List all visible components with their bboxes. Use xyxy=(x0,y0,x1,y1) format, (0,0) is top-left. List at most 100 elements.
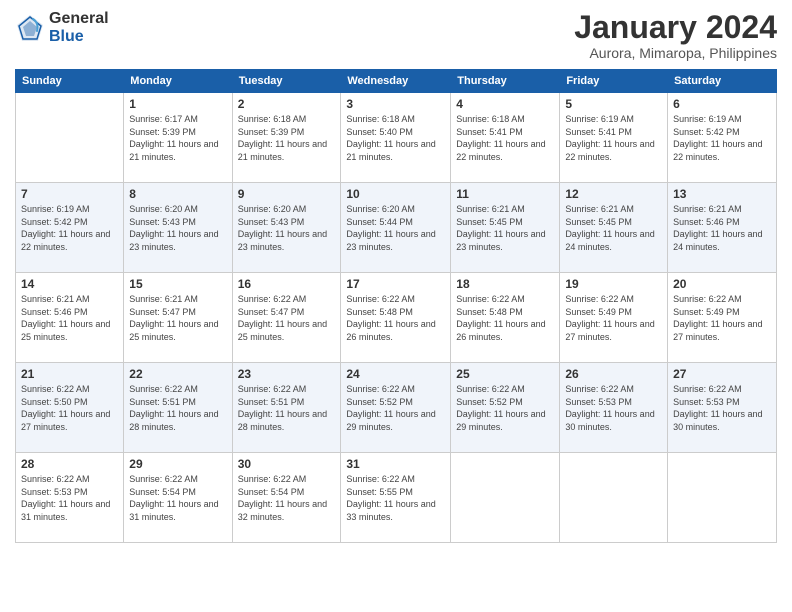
day-info: Sunrise: 6:22 AMSunset: 5:51 PMDaylight:… xyxy=(238,383,336,433)
calendar-week-1: 1 Sunrise: 6:17 AMSunset: 5:39 PMDayligh… xyxy=(16,93,777,183)
day-number: 11 xyxy=(456,187,554,201)
day-number: 10 xyxy=(346,187,445,201)
table-row: 19 Sunrise: 6:22 AMSunset: 5:49 PMDaylig… xyxy=(560,273,668,363)
day-info: Sunrise: 6:21 AMSunset: 5:45 PMDaylight:… xyxy=(456,203,554,253)
day-number: 13 xyxy=(673,187,771,201)
day-info: Sunrise: 6:22 AMSunset: 5:52 PMDaylight:… xyxy=(346,383,445,433)
day-number: 25 xyxy=(456,367,554,381)
table-row: 6 Sunrise: 6:19 AMSunset: 5:42 PMDayligh… xyxy=(668,93,777,183)
day-number: 19 xyxy=(565,277,662,291)
day-info: Sunrise: 6:21 AMSunset: 5:46 PMDaylight:… xyxy=(673,203,771,253)
day-info: Sunrise: 6:22 AMSunset: 5:53 PMDaylight:… xyxy=(673,383,771,433)
day-number: 20 xyxy=(673,277,771,291)
day-number: 22 xyxy=(129,367,226,381)
day-number: 29 xyxy=(129,457,226,471)
table-row: 23 Sunrise: 6:22 AMSunset: 5:51 PMDaylig… xyxy=(232,363,341,453)
logo-general: General xyxy=(49,10,109,28)
day-info: Sunrise: 6:22 AMSunset: 5:48 PMDaylight:… xyxy=(456,293,554,343)
table-row: 4 Sunrise: 6:18 AMSunset: 5:41 PMDayligh… xyxy=(451,93,560,183)
table-row: 22 Sunrise: 6:22 AMSunset: 5:51 PMDaylig… xyxy=(124,363,232,453)
day-info: Sunrise: 6:22 AMSunset: 5:54 PMDaylight:… xyxy=(238,473,336,523)
day-info: Sunrise: 6:21 AMSunset: 5:46 PMDaylight:… xyxy=(21,293,118,343)
header-friday: Friday xyxy=(560,70,668,93)
table-row: 10 Sunrise: 6:20 AMSunset: 5:44 PMDaylig… xyxy=(341,183,451,273)
day-number: 1 xyxy=(129,97,226,111)
day-number: 26 xyxy=(565,367,662,381)
table-row: 28 Sunrise: 6:22 AMSunset: 5:53 PMDaylig… xyxy=(16,453,124,543)
table-row: 17 Sunrise: 6:22 AMSunset: 5:48 PMDaylig… xyxy=(341,273,451,363)
day-number: 24 xyxy=(346,367,445,381)
table-row: 11 Sunrise: 6:21 AMSunset: 5:45 PMDaylig… xyxy=(451,183,560,273)
day-number: 6 xyxy=(673,97,771,111)
day-number: 16 xyxy=(238,277,336,291)
day-info: Sunrise: 6:22 AMSunset: 5:48 PMDaylight:… xyxy=(346,293,445,343)
day-number: 15 xyxy=(129,277,226,291)
table-row: 25 Sunrise: 6:22 AMSunset: 5:52 PMDaylig… xyxy=(451,363,560,453)
day-number: 2 xyxy=(238,97,336,111)
table-row xyxy=(668,453,777,543)
day-number: 21 xyxy=(21,367,118,381)
header-sunday: Sunday xyxy=(16,70,124,93)
day-info: Sunrise: 6:22 AMSunset: 5:55 PMDaylight:… xyxy=(346,473,445,523)
day-number: 17 xyxy=(346,277,445,291)
table-row: 29 Sunrise: 6:22 AMSunset: 5:54 PMDaylig… xyxy=(124,453,232,543)
day-info: Sunrise: 6:19 AMSunset: 5:42 PMDaylight:… xyxy=(673,113,771,163)
day-info: Sunrise: 6:17 AMSunset: 5:39 PMDaylight:… xyxy=(129,113,226,163)
header-tuesday: Tuesday xyxy=(232,70,341,93)
day-info: Sunrise: 6:20 AMSunset: 5:43 PMDaylight:… xyxy=(238,203,336,253)
table-row xyxy=(16,93,124,183)
table-row: 18 Sunrise: 6:22 AMSunset: 5:48 PMDaylig… xyxy=(451,273,560,363)
table-row: 14 Sunrise: 6:21 AMSunset: 5:46 PMDaylig… xyxy=(16,273,124,363)
table-row: 1 Sunrise: 6:17 AMSunset: 5:39 PMDayligh… xyxy=(124,93,232,183)
month-title: January 2024 xyxy=(574,10,777,45)
title-area: January 2024 Aurora, Mimaropa, Philippin… xyxy=(574,10,777,61)
day-number: 23 xyxy=(238,367,336,381)
table-row: 20 Sunrise: 6:22 AMSunset: 5:49 PMDaylig… xyxy=(668,273,777,363)
table-row: 7 Sunrise: 6:19 AMSunset: 5:42 PMDayligh… xyxy=(16,183,124,273)
table-row: 24 Sunrise: 6:22 AMSunset: 5:52 PMDaylig… xyxy=(341,363,451,453)
calendar-week-4: 21 Sunrise: 6:22 AMSunset: 5:50 PMDaylig… xyxy=(16,363,777,453)
table-row xyxy=(451,453,560,543)
table-row: 2 Sunrise: 6:18 AMSunset: 5:39 PMDayligh… xyxy=(232,93,341,183)
page-container: General Blue January 2024 Aurora, Mimaro… xyxy=(0,0,792,612)
day-info: Sunrise: 6:22 AMSunset: 5:51 PMDaylight:… xyxy=(129,383,226,433)
calendar-week-3: 14 Sunrise: 6:21 AMSunset: 5:46 PMDaylig… xyxy=(16,273,777,363)
table-row: 12 Sunrise: 6:21 AMSunset: 5:45 PMDaylig… xyxy=(560,183,668,273)
day-info: Sunrise: 6:19 AMSunset: 5:41 PMDaylight:… xyxy=(565,113,662,163)
day-info: Sunrise: 6:19 AMSunset: 5:42 PMDaylight:… xyxy=(21,203,118,253)
day-number: 30 xyxy=(238,457,336,471)
day-info: Sunrise: 6:22 AMSunset: 5:49 PMDaylight:… xyxy=(565,293,662,343)
table-row: 8 Sunrise: 6:20 AMSunset: 5:43 PMDayligh… xyxy=(124,183,232,273)
header-saturday: Saturday xyxy=(668,70,777,93)
day-info: Sunrise: 6:21 AMSunset: 5:45 PMDaylight:… xyxy=(565,203,662,253)
day-info: Sunrise: 6:22 AMSunset: 5:53 PMDaylight:… xyxy=(21,473,118,523)
day-info: Sunrise: 6:21 AMSunset: 5:47 PMDaylight:… xyxy=(129,293,226,343)
header-monday: Monday xyxy=(124,70,232,93)
day-number: 7 xyxy=(21,187,118,201)
day-number: 31 xyxy=(346,457,445,471)
day-number: 18 xyxy=(456,277,554,291)
table-row: 5 Sunrise: 6:19 AMSunset: 5:41 PMDayligh… xyxy=(560,93,668,183)
table-row: 15 Sunrise: 6:21 AMSunset: 5:47 PMDaylig… xyxy=(124,273,232,363)
header: General Blue January 2024 Aurora, Mimaro… xyxy=(15,10,777,61)
day-number: 5 xyxy=(565,97,662,111)
day-info: Sunrise: 6:22 AMSunset: 5:49 PMDaylight:… xyxy=(673,293,771,343)
day-info: Sunrise: 6:22 AMSunset: 5:52 PMDaylight:… xyxy=(456,383,554,433)
day-number: 27 xyxy=(673,367,771,381)
table-row: 26 Sunrise: 6:22 AMSunset: 5:53 PMDaylig… xyxy=(560,363,668,453)
logo-text: General Blue xyxy=(49,10,109,45)
table-row: 27 Sunrise: 6:22 AMSunset: 5:53 PMDaylig… xyxy=(668,363,777,453)
table-row: 16 Sunrise: 6:22 AMSunset: 5:47 PMDaylig… xyxy=(232,273,341,363)
day-number: 28 xyxy=(21,457,118,471)
logo: General Blue xyxy=(15,10,109,45)
day-info: Sunrise: 6:18 AMSunset: 5:40 PMDaylight:… xyxy=(346,113,445,163)
table-row: 31 Sunrise: 6:22 AMSunset: 5:55 PMDaylig… xyxy=(341,453,451,543)
day-number: 14 xyxy=(21,277,118,291)
logo-icon xyxy=(15,13,45,43)
day-number: 8 xyxy=(129,187,226,201)
table-row: 21 Sunrise: 6:22 AMSunset: 5:50 PMDaylig… xyxy=(16,363,124,453)
table-row: 3 Sunrise: 6:18 AMSunset: 5:40 PMDayligh… xyxy=(341,93,451,183)
day-info: Sunrise: 6:22 AMSunset: 5:47 PMDaylight:… xyxy=(238,293,336,343)
table-row: 13 Sunrise: 6:21 AMSunset: 5:46 PMDaylig… xyxy=(668,183,777,273)
header-thursday: Thursday xyxy=(451,70,560,93)
